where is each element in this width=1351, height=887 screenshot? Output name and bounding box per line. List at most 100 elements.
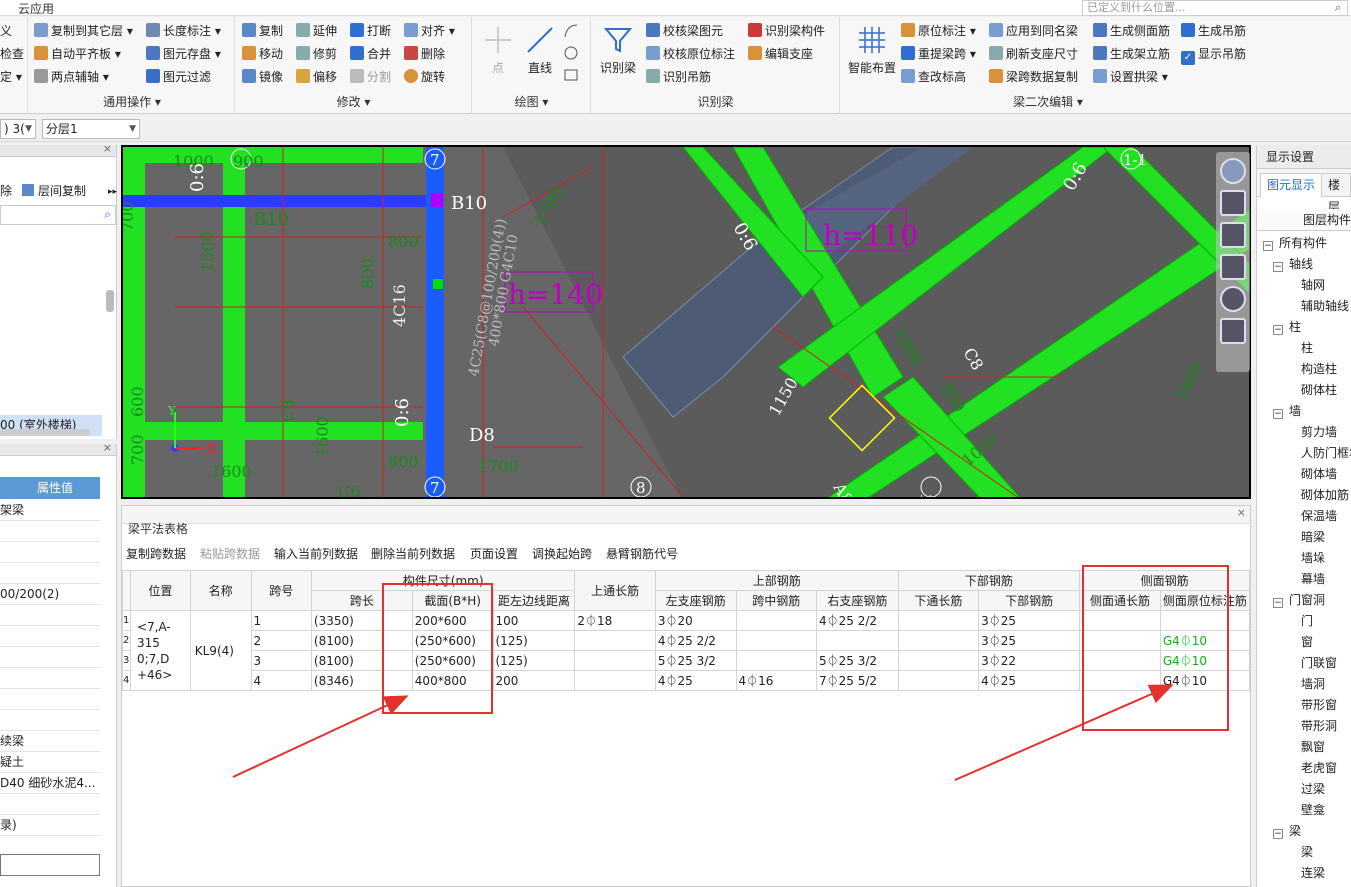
ribbon-btn-check[interactable]: 检查 — [0, 44, 24, 65]
tab-floor[interactable]: 楼层 — [1321, 173, 1351, 214]
cell-section[interactable]: (250*600) — [411, 630, 494, 651]
cell-section[interactable]: 200*600 — [411, 610, 494, 631]
tree-item[interactable]: 辅助轴线 — [1301, 296, 1349, 317]
cell-top-through[interactable] — [574, 650, 656, 671]
property-row[interactable] — [0, 668, 100, 689]
cantilever-code-button[interactable]: 悬臂钢筋代号 — [606, 545, 678, 562]
property-input[interactable] — [0, 854, 100, 876]
cell-side-pos[interactable]: G4⏀10 — [1159, 650, 1251, 671]
group-title[interactable]: 绘图 ▾ — [473, 93, 590, 110]
cell-length[interactable]: (3350) — [310, 610, 413, 631]
close-icon[interactable]: × — [1237, 506, 1246, 519]
table-row[interactable]: 1 <7,A-315 0;7,D +46> KL9(4) 1 (3350) 200*600… — [122, 610, 1251, 691]
cell-section[interactable]: 400*800 — [411, 670, 494, 691]
change-elevation-button[interactable]: 查改标高 — [901, 67, 966, 88]
tree-item[interactable]: − 轴线 — [1273, 254, 1313, 275]
cell-bottom-through[interactable] — [897, 630, 980, 651]
property-row[interactable] — [0, 710, 100, 731]
cell-side-through[interactable] — [1079, 670, 1161, 691]
tree-item[interactable]: 幕墙 — [1301, 569, 1325, 590]
tree-item[interactable]: 剪力墙 — [1301, 422, 1337, 443]
cell-mid[interactable]: 4⏀16 — [735, 670, 817, 691]
cell-length[interactable]: (8346) — [310, 670, 413, 691]
tree-item[interactable]: 门联窗 — [1301, 653, 1337, 674]
cell-length[interactable]: (8100) — [310, 650, 413, 671]
tree-item[interactable]: 墙洞 — [1301, 674, 1325, 695]
row-marker[interactable]: 2 — [122, 630, 131, 651]
cell-bottom[interactable]: 3⏀25 — [978, 630, 1081, 651]
tree-item[interactable]: 门 — [1301, 611, 1313, 632]
smart-layout-button[interactable]: 智能布置 — [847, 25, 897, 76]
cell-mid[interactable] — [735, 610, 817, 631]
tree-item[interactable]: 砌体加筋 — [1301, 485, 1349, 506]
cell-section[interactable]: (250*600) — [411, 650, 494, 671]
copy-button[interactable]: 复制 — [242, 21, 283, 42]
tree-item[interactable]: − 所有构件 — [1263, 233, 1327, 254]
set-arch-beam-button[interactable]: 设置拱梁 ▾ — [1093, 67, 1168, 88]
property-row[interactable] — [0, 626, 100, 647]
group-title[interactable]: 通用操作 ▾ — [30, 93, 234, 110]
auto-align-slab-button[interactable]: 自动平齐板 ▾ — [34, 44, 121, 65]
search-input[interactable]: 已定义到什么位置... ⌕ — [1082, 0, 1348, 16]
cell-right-support[interactable]: 7⏀25 5/2 — [815, 670, 899, 691]
align-button[interactable]: 对齐 ▾ — [404, 21, 455, 42]
cell-span[interactable]: 1 — [250, 610, 312, 631]
collapse-toggle-icon[interactable]: − — [1273, 409, 1283, 419]
cell-right-support[interactable]: 4⏀25 2/2 — [815, 610, 899, 631]
drawing-canvas[interactable]: 1000 900 0:6 B10 700 1600 600 700 C8 1600 1600 C6 80… — [121, 145, 1251, 499]
cell-bottom-through[interactable] — [897, 650, 980, 671]
mirror-button[interactable]: 镜像 — [242, 67, 283, 88]
check-annotation-button[interactable]: 校核原位标注 — [646, 44, 735, 65]
cell-offset[interactable]: (125) — [492, 650, 576, 671]
row-marker[interactable]: 1 — [122, 610, 131, 631]
cell-left-support[interactable]: 5⏀25 3/2 — [654, 650, 737, 671]
tree-item[interactable]: 过梁 — [1301, 779, 1325, 800]
cell-right-support[interactable]: 5⏀25 3/2 — [815, 650, 899, 671]
cell-span[interactable]: 2 — [250, 630, 312, 651]
trim-button[interactable]: 修剪 — [296, 44, 337, 65]
property-row[interactable] — [0, 521, 100, 542]
show-hanger-checkbox[interactable]: ✓ 显示吊筋 — [1181, 44, 1246, 65]
collapse-toggle-icon[interactable]: − — [1273, 598, 1283, 608]
tree-item[interactable]: 轴网 — [1301, 275, 1325, 296]
component-search-input[interactable]: ⌕ — [0, 205, 116, 225]
tree-item[interactable]: 飘窗 — [1301, 737, 1325, 758]
cad-drawing[interactable]: 1000 9000:6B107001600600700C816001600C680… — [123, 147, 1251, 499]
ribbon-btn-define[interactable]: 义 — [0, 21, 12, 42]
tree-item[interactable]: 连梁 — [1301, 863, 1325, 884]
property-row[interactable]: 00/200(2) — [0, 584, 100, 605]
copy-to-floor-button[interactable]: 复制到其它层 ▾ — [34, 21, 133, 42]
tree-item[interactable]: 构造柱 — [1301, 359, 1337, 380]
tree-item[interactable]: 暗梁 — [1301, 527, 1325, 548]
cell-side-pos[interactable]: G4⏀10 — [1159, 630, 1251, 651]
search-icon[interactable]: ⌕ — [104, 207, 111, 222]
cell-mid[interactable] — [735, 650, 817, 671]
tree-item[interactable]: 柱 — [1301, 338, 1313, 359]
length-dimension-button[interactable]: 长度标注 ▾ — [146, 21, 221, 42]
cell-length[interactable]: (8100) — [310, 630, 413, 651]
cell-side-through[interactable] — [1079, 630, 1161, 651]
group-title[interactable]: 梁二次编辑 ▾ — [841, 93, 1255, 110]
cell-side-pos[interactable] — [1159, 610, 1251, 631]
tree-item[interactable]: 梁 — [1301, 842, 1313, 863]
re-span-button[interactable]: 重提梁跨 ▾ — [901, 44, 976, 65]
paste-span-button[interactable]: 粘贴跨数据 — [200, 545, 260, 562]
recognize-beam-button[interactable]: 识别梁 — [598, 25, 638, 76]
close-icon[interactable]: × — [103, 142, 112, 155]
search-icon[interactable]: ⌕ — [1335, 1, 1341, 15]
close-icon[interactable]: × — [103, 441, 112, 454]
property-row[interactable] — [0, 605, 100, 626]
rect-icon[interactable] — [563, 67, 579, 83]
property-row[interactable] — [0, 794, 100, 815]
cell-top-through[interactable]: 2⏀18 — [574, 610, 656, 631]
tree-item[interactable]: 人防门框墙 — [1301, 443, 1351, 464]
row-marker[interactable]: 4 — [122, 670, 131, 691]
cell-side-through[interactable] — [1079, 610, 1161, 631]
view-navigation-tools[interactable] — [1216, 152, 1250, 372]
page-setup-button[interactable]: 页面设置 — [470, 545, 518, 562]
floor-select[interactable]: ) 3(▼ — [0, 119, 36, 139]
tree-item[interactable]: 砌体墙 — [1301, 464, 1337, 485]
gen-hanger-button[interactable]: 生成吊筋 — [1181, 21, 1246, 42]
cell-position[interactable]: <7,A-315 0;7,D +46> — [129, 610, 191, 691]
cell-side-through[interactable] — [1079, 650, 1161, 671]
